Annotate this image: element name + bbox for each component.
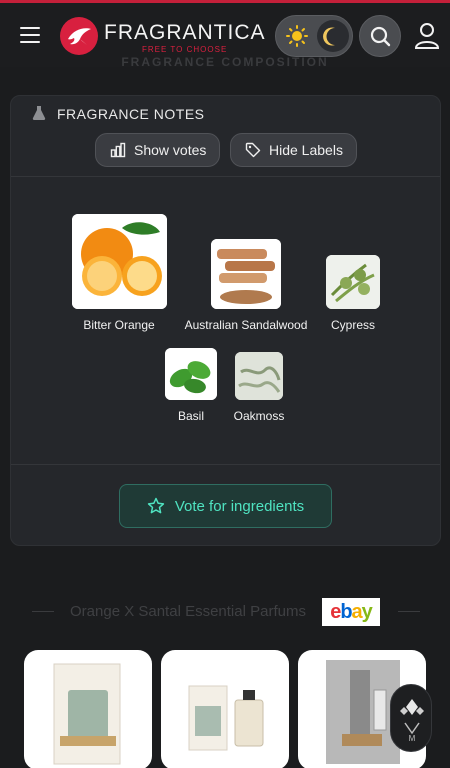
divider — [32, 611, 54, 612]
bitter-orange-image — [71, 214, 167, 309]
shop-section-header: Orange X Santal Essential Parfums ebay — [0, 598, 450, 626]
cypress-image — [326, 255, 380, 309]
note-cypress[interactable]: Cypress — [319, 255, 387, 332]
sun-icon — [286, 25, 308, 47]
theme-toggle[interactable] — [275, 15, 353, 57]
flask-icon — [32, 106, 46, 120]
diamond-logo-icon: M — [400, 699, 424, 743]
divider — [398, 611, 420, 612]
vote-for-ingredients-button[interactable]: Vote for ingredients — [119, 484, 332, 528]
brand-tagline: FREE TO CHOOSE — [142, 45, 228, 54]
note-label: Bitter Orange — [83, 318, 155, 332]
show-votes-label: Show votes — [134, 142, 207, 158]
svg-text:M: M — [409, 734, 416, 743]
note-bitter-orange[interactable]: Bitter Orange — [71, 214, 167, 332]
note-label: Australian Sandalwood — [184, 318, 308, 332]
shop-heading: Orange X Santal Essential Parfums — [70, 603, 306, 620]
divider — [11, 464, 440, 465]
hide-labels-button[interactable]: Hide Labels — [230, 133, 357, 167]
fragrance-notes-card: FRAGRANCE NOTES Show votes Hide Labels B… — [10, 95, 441, 546]
floating-assistant-button[interactable]: M — [390, 684, 432, 752]
basil-image — [165, 348, 217, 400]
logo-bird-icon[interactable] — [60, 17, 98, 55]
menu-icon[interactable] — [20, 27, 40, 43]
note-basil[interactable]: Basil — [161, 348, 221, 423]
star-icon — [147, 497, 165, 514]
product-card[interactable] — [24, 650, 152, 768]
user-account-icon[interactable] — [410, 19, 444, 53]
australian-sandalwood-image — [211, 239, 281, 309]
divider — [11, 176, 440, 177]
note-australian-sandalwood[interactable]: Australian Sandalwood — [177, 239, 315, 332]
show-votes-button[interactable]: Show votes — [95, 133, 220, 167]
fragrance-notes-title: FRAGRANCE NOTES — [57, 106, 205, 122]
note-label: Cypress — [330, 318, 375, 332]
brand-name[interactable]: FRAGRANTICA — [104, 21, 266, 45]
search-icon — [370, 26, 391, 47]
moon-icon — [317, 20, 349, 52]
hide-labels-label: Hide Labels — [269, 142, 343, 158]
ebay-logo[interactable]: ebay — [322, 598, 380, 626]
fragrance-composition-heading: FRAGRANCE COMPOSITION — [121, 55, 329, 69]
bar-chart-icon — [110, 142, 126, 158]
vote-label: Vote for ingredients — [174, 497, 305, 515]
note-label: Basil — [177, 409, 204, 423]
search-button[interactable] — [359, 15, 401, 57]
oakmoss-image — [235, 352, 283, 400]
product-card[interactable] — [161, 650, 289, 768]
note-oakmoss[interactable]: Oakmoss — [229, 352, 289, 423]
tag-icon — [245, 142, 261, 158]
note-label: Oakmoss — [233, 409, 285, 423]
